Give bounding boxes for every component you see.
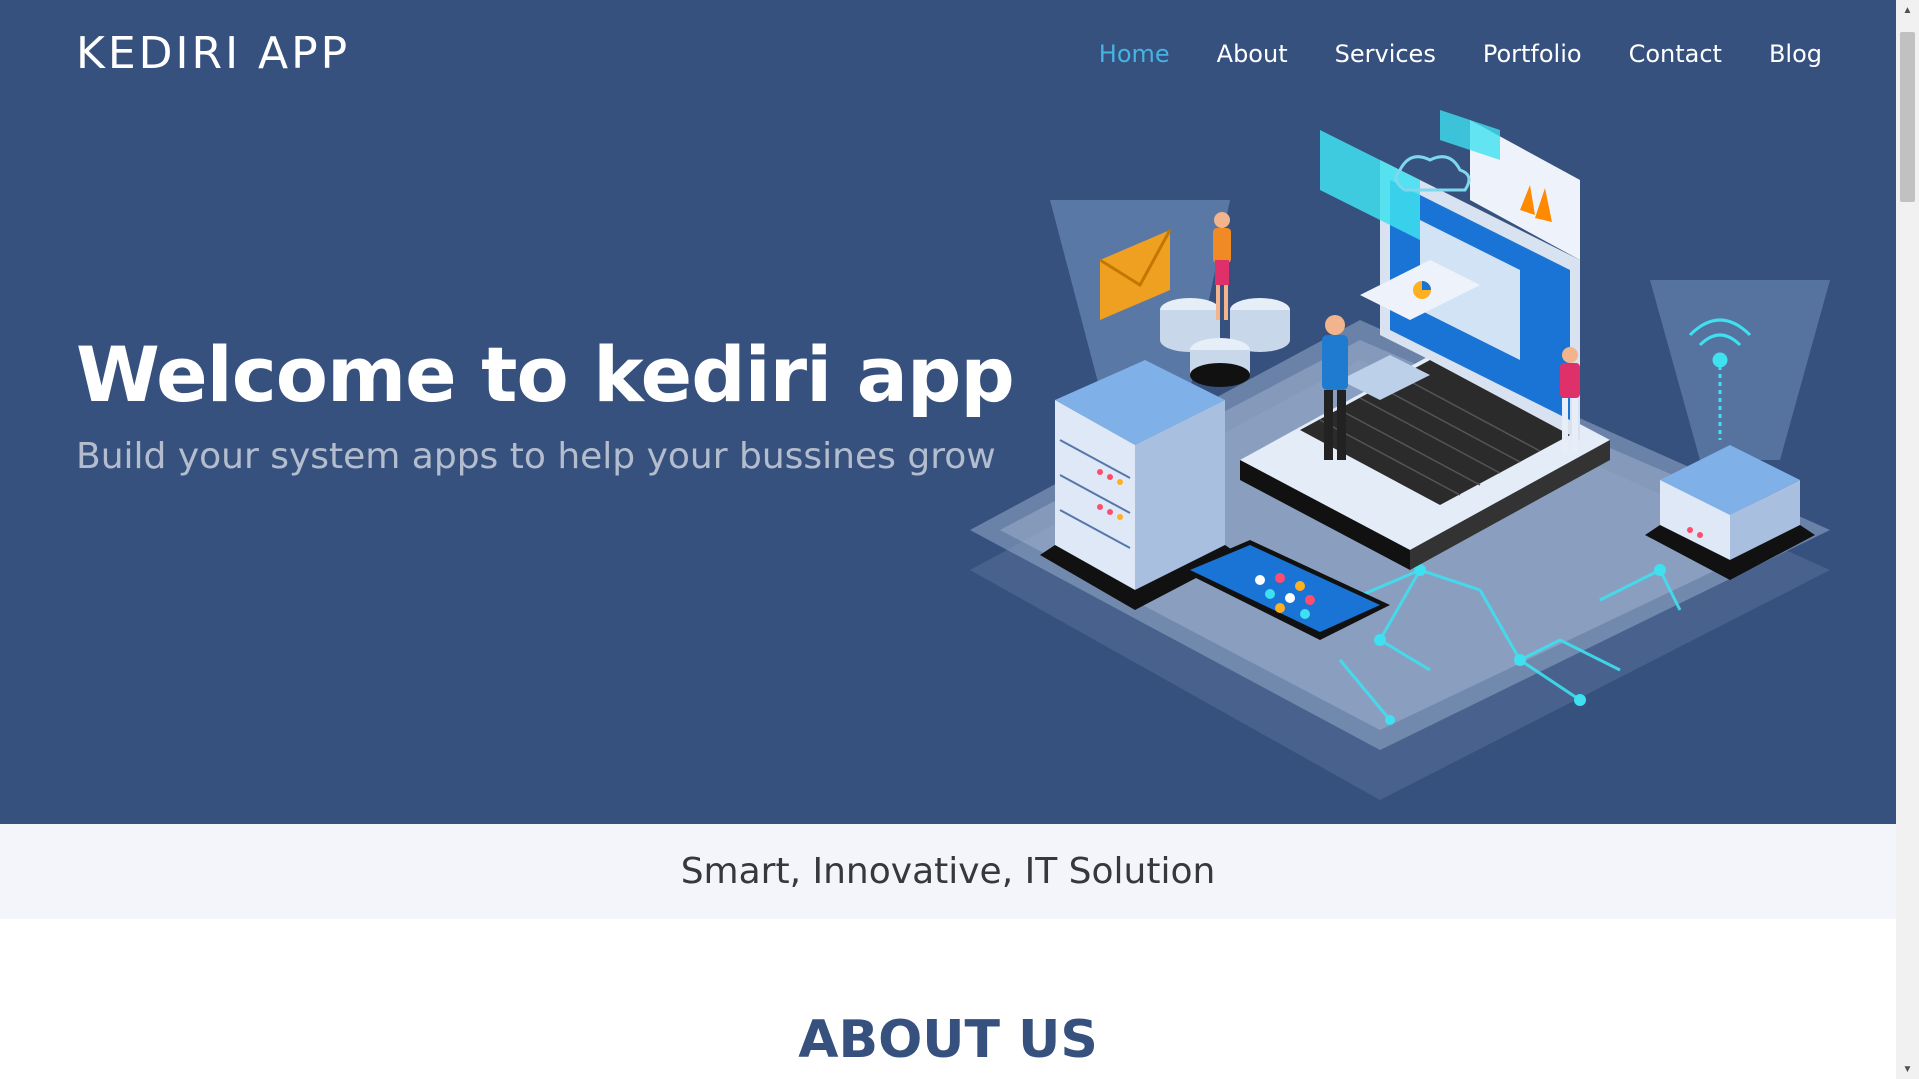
- page: KEDIRI APP Home About Services Portfolio…: [0, 0, 1896, 1079]
- nav-portfolio[interactable]: Portfolio: [1483, 40, 1582, 68]
- tagline-strip: Smart, Innovative, IT Solution: [0, 824, 1896, 919]
- scroll-down-arrow-icon[interactable]: ▼: [1896, 1059, 1919, 1079]
- nav-about[interactable]: About: [1217, 40, 1288, 68]
- scroll-up-arrow-icon[interactable]: ▲: [1896, 0, 1919, 20]
- vertical-scrollbar[interactable]: ▲ ▼: [1896, 0, 1919, 1079]
- hero-isometric-illustration: [970, 110, 1830, 800]
- hero-subtitle: Build your system apps to help your buss…: [76, 436, 996, 477]
- about-section-title: ABOUT US: [798, 1010, 1098, 1070]
- tagline-text: Smart, Innovative, IT Solution: [680, 851, 1216, 892]
- main-nav: Home About Services Portfolio Contact Bl…: [1099, 40, 1822, 68]
- hero-section: KEDIRI APP Home About Services Portfolio…: [0, 0, 1896, 824]
- hero-title: Welcome to kediri app: [76, 330, 1015, 419]
- scrollbar-thumb[interactable]: [1900, 32, 1915, 202]
- nav-home[interactable]: Home: [1099, 40, 1170, 68]
- brand-logo[interactable]: KEDIRI APP: [76, 28, 350, 79]
- nav-contact[interactable]: Contact: [1629, 40, 1722, 68]
- nav-services[interactable]: Services: [1335, 40, 1436, 68]
- nav-blog[interactable]: Blog: [1769, 40, 1822, 68]
